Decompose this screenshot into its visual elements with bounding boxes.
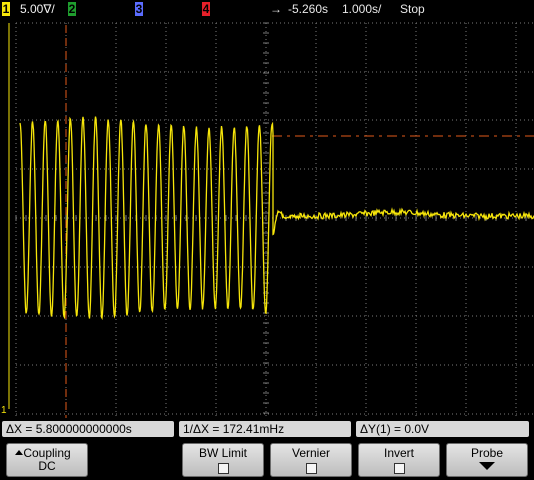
waveform-display: 1 bbox=[0, 19, 534, 418]
delay-value: -5.260s bbox=[288, 2, 329, 16]
channel-4-indicator[interactable]: 4 bbox=[202, 2, 210, 16]
timebase-value: 1.000s/ bbox=[342, 2, 382, 16]
inverse-delta-x-readout: 1/ΔX = 172.41mHz bbox=[179, 421, 351, 437]
probe-label: Probe bbox=[470, 446, 504, 460]
status-bar: 1 5.00∇/ 2 3 4 → -5.260s 1.000s/ Stop bbox=[0, 0, 534, 19]
channel-1-indicator[interactable]: 1 bbox=[2, 2, 10, 16]
invert-checkbox-icon bbox=[393, 463, 405, 474]
coupling-softkey[interactable]: Coupling DC bbox=[6, 443, 88, 477]
run-state: Stop bbox=[400, 2, 425, 16]
vernier-label: Vernier bbox=[291, 446, 331, 460]
delta-y-readout: ΔY(1) = 0.0V bbox=[356, 421, 529, 437]
graticule bbox=[15, 22, 534, 418]
vernier-softkey[interactable]: Vernier bbox=[270, 443, 352, 477]
measurement-readouts: ΔX = 5.800000000000s 1/ΔX = 172.41mHz ΔY… bbox=[0, 418, 534, 440]
bw-limit-softkey[interactable]: BW Limit bbox=[182, 443, 264, 477]
vernier-checkbox-icon bbox=[305, 463, 317, 474]
delta-x-readout: ΔX = 5.800000000000s bbox=[2, 421, 174, 437]
invert-softkey[interactable]: Invert bbox=[358, 443, 440, 477]
probe-softkey[interactable]: Probe bbox=[446, 443, 528, 477]
channel-2-indicator[interactable]: 2 bbox=[68, 2, 76, 16]
ground-marker[interactable]: 1 bbox=[1, 405, 7, 416]
bw-limit-checkbox-icon bbox=[217, 463, 229, 474]
waveform-svg: 1 bbox=[1, 22, 534, 418]
menu-up-arrow-icon bbox=[15, 450, 23, 455]
submenu-down-arrow-icon bbox=[479, 462, 495, 470]
trigger-arrow-icon: → bbox=[270, 2, 282, 16]
softkey-bar: Coupling DC BW Limit Vernier Invert Prob… bbox=[0, 440, 534, 480]
channel-3-indicator[interactable]: 3 bbox=[135, 2, 143, 16]
channel-1-scale: 5.00∇/ bbox=[20, 2, 55, 16]
coupling-value: DC bbox=[38, 459, 56, 473]
invert-label: Invert bbox=[383, 446, 414, 460]
bw-limit-label: BW Limit bbox=[199, 446, 247, 460]
